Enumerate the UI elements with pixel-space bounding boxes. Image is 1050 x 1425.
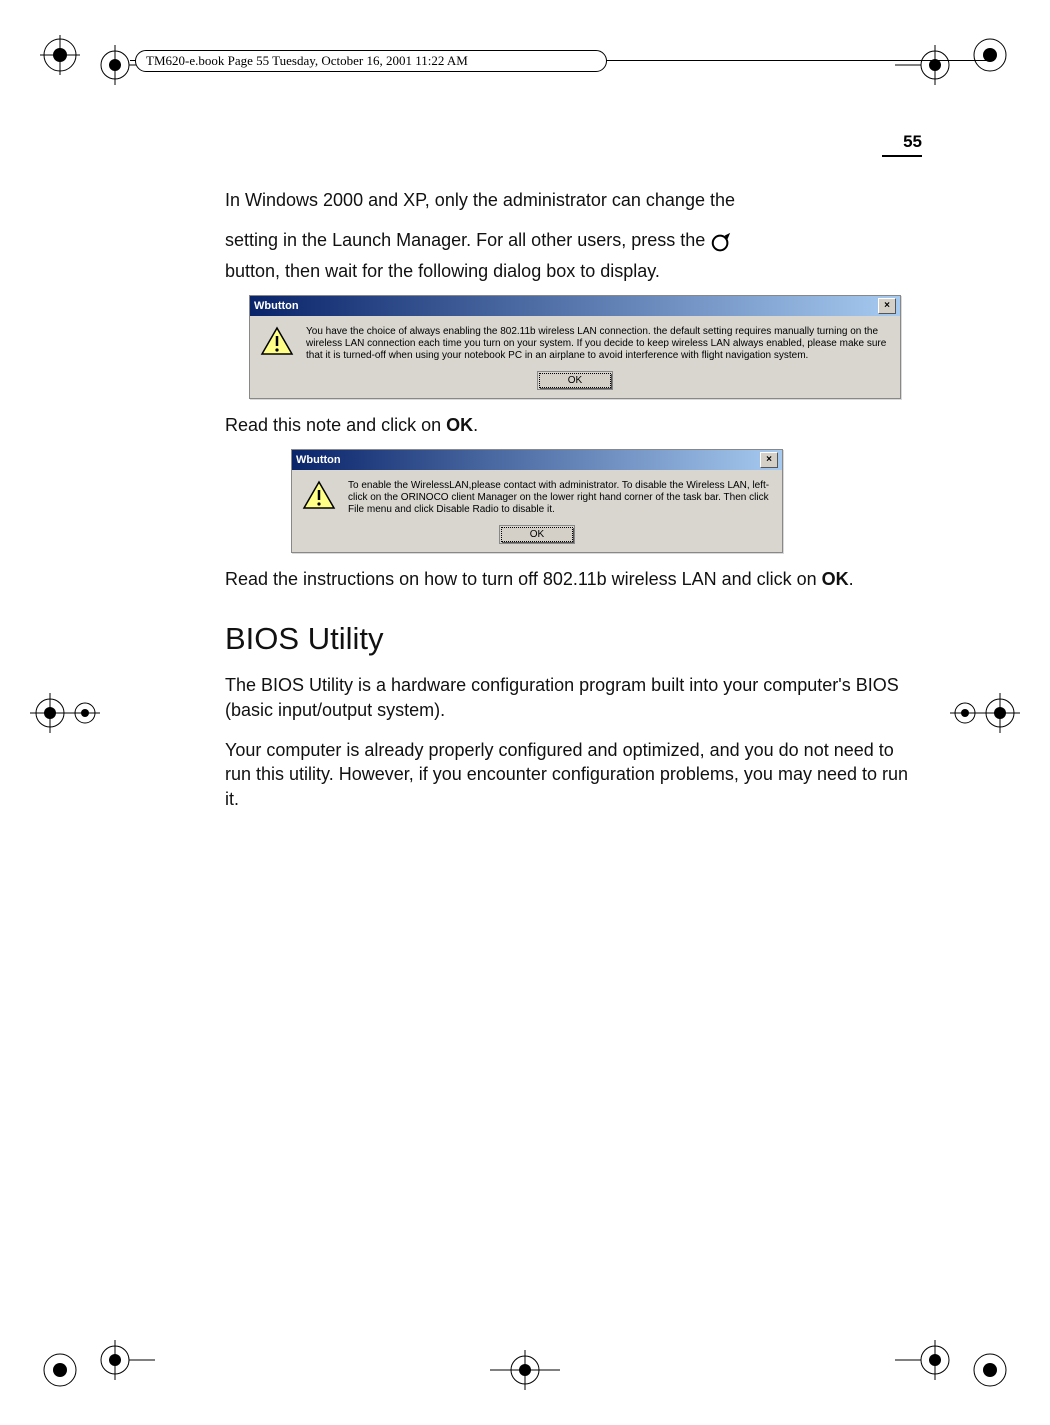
dialog-title-text: Wbutton <box>296 454 341 466</box>
body-paragraph: In Windows 2000 and XP, only the adminis… <box>225 188 920 212</box>
dialog-titlebar: Wbutton × <box>292 450 782 470</box>
text-run: . <box>473 415 478 435</box>
warning-icon <box>260 326 294 356</box>
dialog-titlebar: Wbutton × <box>250 296 900 316</box>
crop-mark-gear-icon <box>970 35 1010 75</box>
crop-mark-target-icon <box>950 693 1020 733</box>
text-run: setting in the Launch Manager. For all o… <box>225 230 710 250</box>
text-run: . <box>849 569 854 589</box>
running-head: TM620-e.book Page 55 Tuesday, October 16… <box>135 50 607 72</box>
wireless-button-icon <box>710 232 732 252</box>
dialog-wbutton-1: Wbutton × You have the choice of always … <box>249 295 901 399</box>
page-number-rule <box>882 155 922 157</box>
dialog-message: To enable the WirelessLAN,please contact… <box>348 480 772 516</box>
ok-button[interactable]: OK <box>539 373 611 388</box>
text-run: Read this note and click on <box>225 415 446 435</box>
crop-mark-gear-icon <box>970 1350 1010 1390</box>
text-run: Read the instructions on how to turn off… <box>225 569 822 589</box>
warning-icon <box>302 480 336 510</box>
body-paragraph: The BIOS Utility is a hardware configura… <box>225 673 920 722</box>
dialog-title-text: Wbutton <box>254 300 299 312</box>
close-button[interactable]: × <box>760 452 778 468</box>
dialog-message: You have the choice of always enabling t… <box>306 326 890 362</box>
page-number: 55 <box>903 132 922 152</box>
page-content: In Windows 2000 and XP, only the adminis… <box>225 188 920 817</box>
crop-mark-gear-icon <box>40 35 80 75</box>
body-paragraph: Read this note and click on OK. <box>225 413 920 437</box>
dialog-wbutton-2: Wbutton × To enable the WirelessLAN,plea… <box>291 449 783 553</box>
body-paragraph: Your computer is already properly config… <box>225 738 920 811</box>
text-bold: OK <box>446 415 473 435</box>
close-button[interactable]: × <box>878 298 896 314</box>
crop-mark-target-icon <box>895 1340 955 1380</box>
body-paragraph: setting in the Launch Manager. For all o… <box>225 228 920 252</box>
body-paragraph: button, then wait for the following dial… <box>225 259 920 283</box>
crop-mark-target-icon <box>490 1350 560 1390</box>
crop-mark-target-icon <box>95 1340 155 1380</box>
crop-mark-target-icon <box>30 693 100 733</box>
ok-button[interactable]: OK <box>501 527 573 542</box>
body-paragraph: Read the instructions on how to turn off… <box>225 567 920 591</box>
crop-mark-target-icon <box>895 45 955 85</box>
crop-mark-gear-icon <box>40 1350 80 1390</box>
text-bold: OK <box>822 569 849 589</box>
heading-bios-utility: BIOS Utility <box>225 621 920 657</box>
